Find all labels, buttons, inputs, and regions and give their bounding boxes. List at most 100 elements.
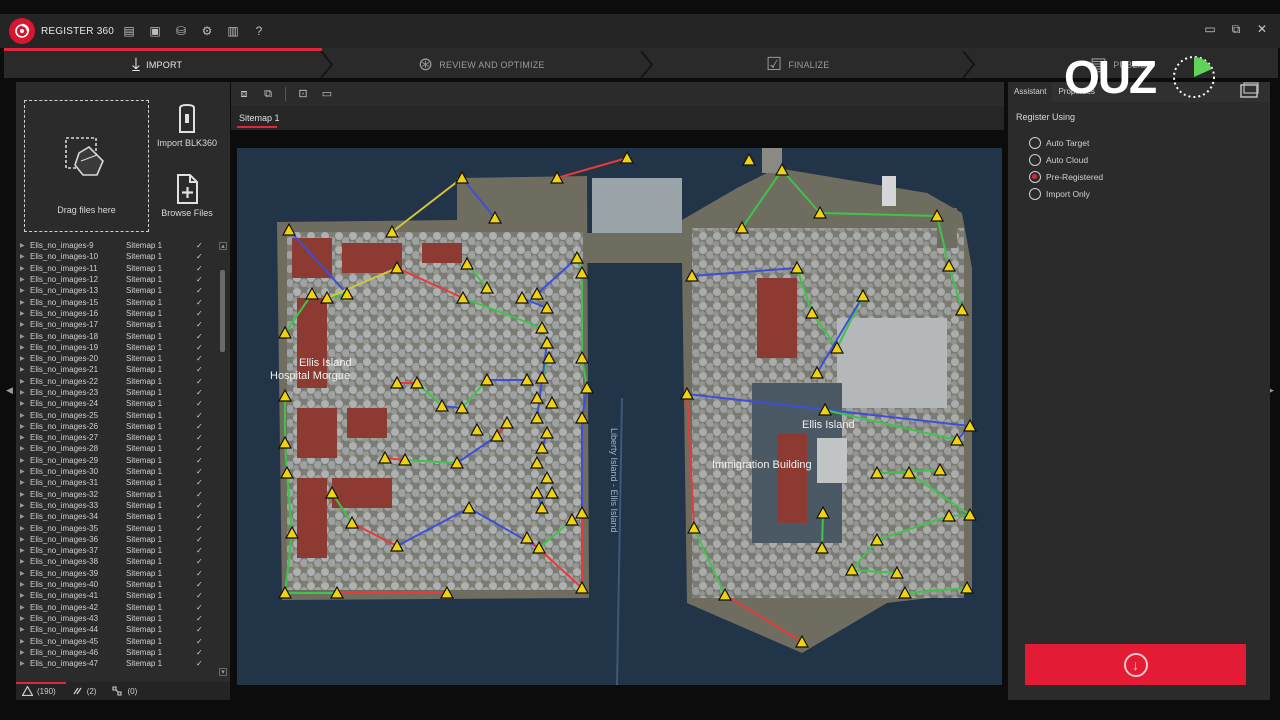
- scan-list-scrollbar[interactable]: ▴ ▾: [219, 242, 227, 676]
- dock-panel-icon[interactable]: [1238, 82, 1260, 100]
- scroll-up-icon[interactable]: ▴: [219, 242, 227, 250]
- expand-arrow-icon[interactable]: ▶: [20, 355, 30, 362]
- expand-arrow-icon[interactable]: ▶: [20, 287, 30, 294]
- expand-arrow-icon[interactable]: ▶: [20, 547, 30, 554]
- expand-arrow-icon[interactable]: ▶: [20, 649, 30, 656]
- scan-list-row[interactable]: ▶ Elis_no_images-18 Sitemap 1 ✓: [20, 330, 216, 341]
- scan-list-row[interactable]: ▶ Elis_no_images-15 Sitemap 1 ✓: [20, 296, 216, 307]
- expand-arrow-icon[interactable]: ▶: [20, 423, 30, 430]
- expand-arrow-icon[interactable]: ▶: [20, 468, 30, 475]
- scan-list-row[interactable]: ▶ Elis_no_images-38 Sitemap 1 ✓: [20, 556, 216, 567]
- report-icon[interactable]: ⛁: [174, 24, 188, 38]
- scan-list-row[interactable]: ▶ Elis_no_images-30 Sitemap 1 ✓: [20, 466, 216, 477]
- expand-arrow-icon[interactable]: ▶: [20, 344, 30, 351]
- step-import[interactable]: ⤓ IMPORT: [132, 51, 182, 78]
- radio-pre-registered[interactable]: [1029, 171, 1041, 183]
- scan-list-row[interactable]: ▶ Elis_no_images-33 Sitemap 1 ✓: [20, 500, 216, 511]
- scan-list-row[interactable]: ▶ Elis_no_images-20 Sitemap 1 ✓: [20, 353, 216, 364]
- help-icon[interactable]: ?: [252, 24, 266, 38]
- scan-list-row[interactable]: ▶ Elis_no_images-43 Sitemap 1 ✓: [20, 613, 216, 624]
- scan-list-row[interactable]: ▶ Elis_no_images-26 Sitemap 1 ✓: [20, 421, 216, 432]
- expand-arrow-icon[interactable]: ▶: [20, 536, 30, 543]
- scan-list-row[interactable]: ▶ Elis_no_images-12 Sitemap 1 ✓: [20, 274, 216, 285]
- scan-list-row[interactable]: ▶ Elis_no_images-37 Sitemap 1 ✓: [20, 545, 216, 556]
- frame-selection-icon[interactable]: ▭: [320, 88, 334, 101]
- expand-arrow-icon[interactable]: ▶: [20, 276, 30, 283]
- option-auto-cloud[interactable]: Auto Cloud: [1029, 154, 1088, 166]
- expand-arrow-icon[interactable]: ▶: [20, 242, 30, 249]
- expand-arrow-icon[interactable]: ▶: [20, 333, 30, 340]
- scan-list-row[interactable]: ▶ Elis_no_images-22 Sitemap 1 ✓: [20, 376, 216, 387]
- scan-list-row[interactable]: ▶ Elis_no_images-13 Sitemap 1 ✓: [20, 285, 216, 296]
- radio-import-only[interactable]: [1029, 188, 1041, 200]
- scan-list-row[interactable]: ▶ Elis_no_images-29 Sitemap 1 ✓: [20, 455, 216, 466]
- open-project-icon[interactable]: ▣: [148, 24, 162, 38]
- import-blk360-button[interactable]: Import BLK360: [156, 104, 218, 148]
- scrollbar-thumb[interactable]: [220, 270, 225, 352]
- expand-arrow-icon[interactable]: ▶: [20, 321, 30, 328]
- step-review[interactable]: ⊛ REVIEW AND OPTIMIZE: [418, 51, 545, 78]
- close-window-icon[interactable]: ✕: [1256, 23, 1268, 35]
- scan-list-row[interactable]: ▶ Elis_no_images-23 Sitemap 1 ✓: [20, 387, 216, 398]
- scan-list-row[interactable]: ▶ Elis_no_images-11 Sitemap 1 ✓: [20, 263, 216, 274]
- scan-list-row[interactable]: ▶ Elis_no_images-9 Sitemap 1 ✓: [20, 240, 216, 251]
- expand-arrow-icon[interactable]: ▶: [20, 592, 30, 599]
- select-setups-icon[interactable]: ⧈: [237, 88, 251, 101]
- restore-window-icon[interactable]: ⧉: [1230, 23, 1242, 35]
- radio-auto-target[interactable]: [1029, 137, 1041, 149]
- scan-list-row[interactable]: ▶ Elis_no_images-27 Sitemap 1 ✓: [20, 432, 216, 443]
- expand-arrow-icon[interactable]: ▶: [20, 389, 30, 396]
- option-auto-target[interactable]: Auto Target: [1029, 137, 1089, 149]
- expand-arrow-icon[interactable]: ▶: [20, 457, 30, 464]
- scan-list-row[interactable]: ▶ Elis_no_images-42 Sitemap 1 ✓: [20, 602, 216, 613]
- expand-arrow-icon[interactable]: ▶: [20, 638, 30, 645]
- scan-list-row[interactable]: ▶ Elis_no_images-40 Sitemap 1 ✓: [20, 579, 216, 590]
- start-import-button[interactable]: ↓: [1025, 644, 1246, 685]
- browse-files-button[interactable]: Browse Files: [156, 174, 218, 218]
- links-counter[interactable]: (2): [72, 686, 96, 696]
- warnings-counter[interactable]: (190): [22, 686, 56, 696]
- expand-arrow-icon[interactable]: ▶: [20, 615, 30, 622]
- fit-view-icon[interactable]: ⊡: [296, 88, 310, 101]
- option-pre-registered[interactable]: Pre-Registered: [1029, 171, 1103, 183]
- step-finalize[interactable]: ☑ FINALIZE: [766, 51, 829, 78]
- scan-list-row[interactable]: ▶ Elis_no_images-45 Sitemap 1 ✓: [20, 635, 216, 646]
- expand-arrow-icon[interactable]: ▶: [20, 434, 30, 441]
- expand-arrow-icon[interactable]: ▶: [20, 660, 30, 667]
- expand-arrow-icon[interactable]: ▶: [20, 502, 30, 509]
- expand-arrow-icon[interactable]: ▶: [20, 626, 30, 633]
- groups-counter[interactable]: (0): [112, 686, 137, 696]
- scan-list-row[interactable]: ▶ Elis_no_images-47 Sitemap 1 ✓: [20, 658, 216, 669]
- scan-list-row[interactable]: ▶ Elis_no_images-25 Sitemap 1 ✓: [20, 409, 216, 420]
- scan-list-row[interactable]: ▶ Elis_no_images-24 Sitemap 1 ✓: [20, 398, 216, 409]
- scroll-down-icon[interactable]: ▾: [219, 668, 227, 676]
- select-links-icon[interactable]: ⧉: [261, 88, 275, 101]
- delete-icon[interactable]: ▥: [226, 24, 240, 38]
- scan-list-row[interactable]: ▶ Elis_no_images-32 Sitemap 1 ✓: [20, 489, 216, 500]
- scan-list-row[interactable]: ▶ Elis_no_images-36 Sitemap 1 ✓: [20, 534, 216, 545]
- scan-list-row[interactable]: ▶ Elis_no_images-35 Sitemap 1 ✓: [20, 522, 216, 533]
- sitemap-canvas[interactable]: Ellis Island Hospital Morgue Ellis Islan…: [237, 148, 1002, 685]
- expand-arrow-icon[interactable]: ▶: [20, 253, 30, 260]
- settings-gear-icon[interactable]: ⚙: [200, 24, 214, 38]
- expand-arrow-icon[interactable]: ▶: [20, 299, 30, 306]
- scan-list-row[interactable]: ▶ Elis_no_images-41 Sitemap 1 ✓: [20, 590, 216, 601]
- collapse-left-panel-icon[interactable]: ◀: [6, 385, 13, 396]
- expand-arrow-icon[interactable]: ▶: [20, 479, 30, 486]
- expand-arrow-icon[interactable]: ▶: [20, 558, 30, 565]
- scan-list-row[interactable]: ▶ Elis_no_images-17 Sitemap 1 ✓: [20, 319, 216, 330]
- tab-assistant[interactable]: Assistant: [1008, 82, 1053, 102]
- scan-list-row[interactable]: ▶ Elis_no_images-28 Sitemap 1 ✓: [20, 443, 216, 454]
- expand-arrow-icon[interactable]: ▶: [20, 581, 30, 588]
- new-project-icon[interactable]: ▤: [122, 24, 136, 38]
- expand-arrow-icon[interactable]: ▶: [20, 265, 30, 272]
- expand-arrow-icon[interactable]: ▶: [20, 445, 30, 452]
- radio-auto-cloud[interactable]: [1029, 154, 1041, 166]
- expand-arrow-icon[interactable]: ▶: [20, 525, 30, 532]
- scan-list-row[interactable]: ▶ Elis_no_images-10 Sitemap 1 ✓: [20, 251, 216, 262]
- scan-list-row[interactable]: ▶ Elis_no_images-46 Sitemap 1 ✓: [20, 647, 216, 658]
- sitemap-drawing[interactable]: Ellis Island Hospital Morgue Ellis Islan…: [237, 148, 1002, 685]
- expand-arrow-icon[interactable]: ▶: [20, 310, 30, 317]
- scan-list-row[interactable]: ▶ Elis_no_images-31 Sitemap 1 ✓: [20, 477, 216, 488]
- expand-arrow-icon[interactable]: ▶: [20, 513, 30, 520]
